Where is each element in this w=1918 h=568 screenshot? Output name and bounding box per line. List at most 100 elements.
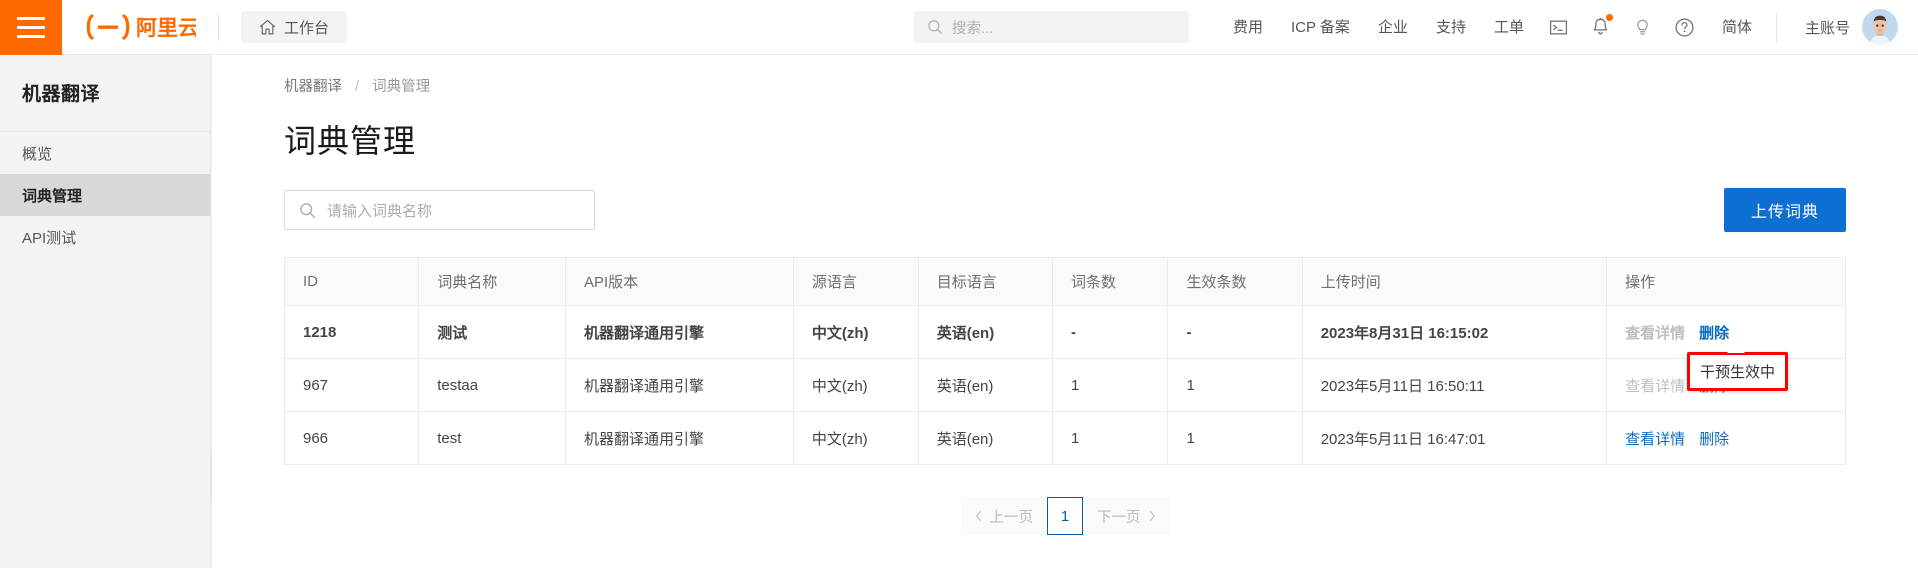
cell-id: 966 — [283, 411, 420, 465]
upload-dictionary-button[interactable]: 上传词典 — [1723, 188, 1846, 232]
bell-icon[interactable] — [1580, 0, 1622, 55]
avatar[interactable] — [1862, 9, 1898, 45]
nav-link-icp[interactable]: ICP 备案 — [1277, 0, 1364, 55]
chevron-left-icon — [975, 510, 981, 522]
cell-api-version: 机器翻译通用引擎 — [565, 358, 794, 412]
cell-entry-count: - — [1052, 305, 1169, 359]
nav-link-support[interactable]: 支持 — [1422, 0, 1480, 55]
table-body: 1218 测试 机器翻译通用引擎 中文(zh) 英语(en) - - 2023年… — [283, 305, 1846, 465]
cell-source-lang: 中文(zh) — [793, 305, 919, 359]
notification-badge-dot — [1605, 13, 1613, 21]
chevron-right-icon — [1149, 510, 1155, 522]
top-nav-icons — [1538, 0, 1706, 54]
table-header: ID 词典名称 API版本 源语言 目标语言 词条数 生效条数 上传时间 操作 — [283, 257, 1846, 306]
cell-name: testaa — [418, 358, 566, 412]
terminal-icon[interactable] — [1538, 0, 1580, 55]
sidebar-item-api-test[interactable]: API测试 — [0, 216, 210, 258]
cell-upload-time: 2023年8月31日 16:15:02 — [1302, 305, 1608, 359]
global-search-placeholder: 搜索... — [952, 20, 994, 37]
prev-page-label: 上一页 — [989, 509, 1034, 526]
global-search-input[interactable]: 搜索... — [914, 11, 1189, 43]
cell-source-lang: 中文(zh) — [793, 411, 919, 465]
table-row[interactable]: 1218 测试 机器翻译通用引擎 中文(zh) 英语(en) - - 2023年… — [283, 305, 1846, 359]
next-page-button[interactable]: 下一页 — [1083, 498, 1170, 534]
cell-source-lang: 中文(zh) — [793, 358, 919, 412]
home-icon — [260, 19, 275, 34]
account-menu[interactable]: 主账号 — [1777, 0, 1918, 54]
sidebar: 机器翻译 概览 词典管理 API测试 — [0, 55, 211, 568]
delete-link[interactable]: 删除 — [1699, 428, 1729, 449]
view-details-link: 查看详情 — [1625, 324, 1686, 342]
cell-id: 967 — [283, 358, 420, 412]
cell-name: 测试 — [418, 305, 566, 359]
workbench-button[interactable]: 工作台 — [241, 11, 348, 43]
hamburger-menu-icon[interactable] — [0, 0, 62, 55]
column-header-id: ID — [283, 257, 420, 306]
intervention-status-tooltip: 干预生效中 — [1687, 352, 1789, 391]
sidebar-item-label: 词典管理 — [22, 187, 83, 205]
avatar-image — [1862, 9, 1898, 45]
page-title: 词典管理 — [284, 123, 417, 159]
lightbulb-icon[interactable] — [1622, 0, 1664, 55]
column-header-entry-count: 词条数 — [1052, 257, 1169, 306]
search-icon — [928, 20, 943, 35]
column-header-upload-time: 上传时间 — [1302, 257, 1608, 306]
cell-effective-count: 1 — [1167, 358, 1303, 412]
account-name-label: 主账号 — [1804, 19, 1850, 37]
breadcrumb-current[interactable]: 词典管理 — [372, 79, 430, 95]
svg-text:阿里云: 阿里云 — [136, 17, 196, 40]
page-number-1[interactable]: 1 — [1047, 497, 1083, 535]
nav-link-fees[interactable]: 费用 — [1219, 0, 1277, 55]
breadcrumb-separator: / — [355, 79, 360, 95]
cell-target-lang: 英语(en) — [918, 305, 1053, 359]
search-input[interactable]: 请输入词典名称 — [284, 190, 595, 230]
toolbar: 请输入词典名称 上传词典 — [284, 188, 1846, 232]
cell-entry-count: 1 — [1052, 411, 1169, 465]
app-root: 阿里云 工作台 搜索... 费用 ICP 备案 企业 支持 工单 简体 主账号 … — [0, 0, 1918, 568]
sidebar-item-label: API测试 — [22, 229, 77, 247]
breadcrumb-parent[interactable]: 机器翻译 — [284, 79, 342, 95]
table-header-row: ID 词典名称 API版本 源语言 目标语言 词条数 生效条数 上传时间 操作 — [283, 257, 1846, 306]
delete-link[interactable]: 删除 — [1699, 322, 1729, 343]
search-icon — [300, 202, 316, 218]
column-header-actions: 操作 — [1606, 257, 1846, 306]
tooltip-arrow — [1727, 344, 1745, 353]
view-details-link[interactable]: 查看详情 — [1625, 428, 1685, 449]
top-nav-links: 费用 ICP 备案 企业 支持 工单 — [1219, 0, 1538, 54]
cell-entry-count: 1 — [1052, 358, 1169, 412]
search-input-placeholder: 请输入词典名称 — [327, 202, 433, 220]
column-header-source-lang: 源语言 — [793, 257, 919, 306]
nav-link-enterprise[interactable]: 企业 — [1364, 0, 1422, 55]
cell-effective-count: 1 — [1167, 411, 1303, 465]
topbar-divider — [218, 13, 219, 41]
sidebar-item-overview[interactable]: 概览 — [0, 132, 210, 174]
column-header-effective-count: 生效条数 — [1167, 257, 1303, 306]
cell-api-version: 机器翻译通用引擎 — [565, 305, 794, 359]
sidebar-title: 机器翻译 — [22, 84, 101, 105]
cell-api-version: 机器翻译通用引擎 — [565, 411, 794, 465]
table-row[interactable]: 967 testaa 机器翻译通用引擎 中文(zh) 英语(en) 1 1 20… — [283, 358, 1846, 412]
view-details-link: 查看详情 — [1625, 377, 1686, 395]
sidebar-item-label: 概览 — [22, 145, 53, 163]
next-page-label: 下一页 — [1097, 509, 1141, 526]
terminal-glyph — [1550, 20, 1568, 34]
workbench-label: 工作台 — [284, 19, 330, 37]
nav-link-ticket[interactable]: 工单 — [1480, 0, 1538, 55]
dictionary-table-wrapper: ID 词典名称 API版本 源语言 目标语言 词条数 生效条数 上传时间 操作 … — [283, 257, 1846, 465]
aliyun-logo-icon: 阿里云 — [86, 14, 196, 40]
table-row[interactable]: 966 test 机器翻译通用引擎 中文(zh) 英语(en) 1 1 2023… — [283, 411, 1846, 465]
prev-page-button[interactable]: 上一页 — [961, 498, 1048, 534]
cell-effective-count: - — [1167, 305, 1303, 359]
cell-name: test — [418, 411, 566, 465]
top-navigation-bar: 阿里云 工作台 搜索... 费用 ICP 备案 企业 支持 工单 简体 主账号 — [0, 0, 1918, 55]
sidebar-item-dictionary-management[interactable]: 词典管理 — [0, 174, 210, 216]
question-glyph — [1675, 17, 1694, 37]
pagination: 上一页 1 下一页 — [212, 497, 1918, 535]
language-switch[interactable]: 简体 — [1706, 0, 1768, 54]
question-circle-icon[interactable] — [1664, 0, 1706, 55]
cell-upload-time: 2023年5月11日 16:50:11 — [1302, 358, 1608, 412]
aliyun-logo[interactable]: 阿里云 — [62, 0, 218, 54]
cell-id: 1218 — [283, 305, 420, 359]
dictionary-table: ID 词典名称 API版本 源语言 目标语言 词条数 生效条数 上传时间 操作 … — [283, 257, 1846, 465]
main-content: 机器翻译 / 词典管理 词典管理 请输入词典名称 上传词典 ID 词典名称 AP… — [212, 55, 1918, 568]
